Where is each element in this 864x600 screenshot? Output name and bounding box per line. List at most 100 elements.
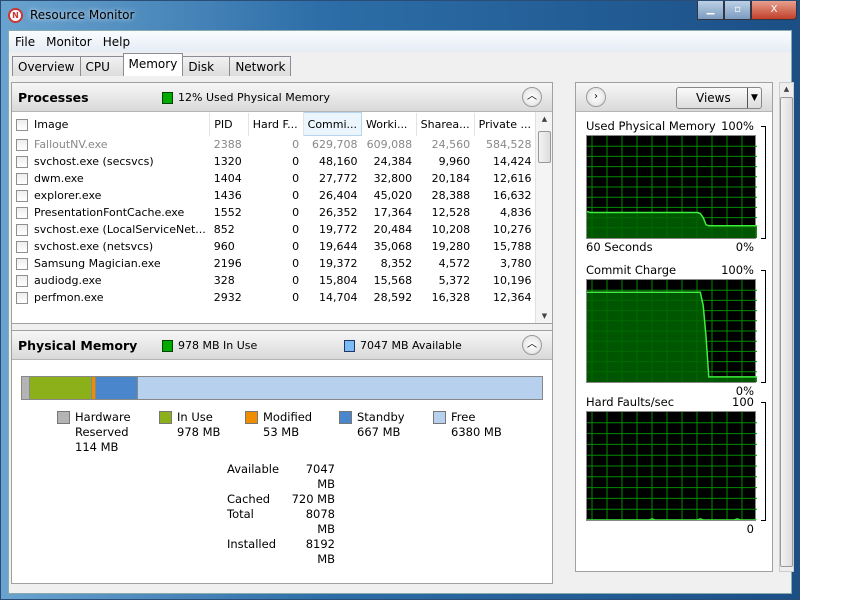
minimize-button[interactable]: ▁ (697, 1, 724, 20)
column-header[interactable]: Private ... (474, 112, 537, 136)
row-checkbox[interactable] (16, 189, 28, 202)
table-row[interactable]: FalloutNV.exe 2388 0 629,708 609,088 24,560 58… (12, 136, 536, 153)
cell-value: 19,280 (431, 239, 471, 253)
collapse-processes-button[interactable]: ︿ (522, 87, 542, 107)
table-row[interactable]: svchost.exe (netsvcs) 960 0 19,644 35,068 19,… (12, 238, 536, 255)
blue-indicator-icon (344, 339, 355, 352)
legend-label: Free (451, 410, 476, 424)
graph-min-label: 0% (735, 240, 754, 254)
tab-cpu[interactable]: CPU (79, 56, 124, 76)
processes-scrollbar[interactable]: ▲ ▼ (535, 112, 552, 323)
processes-header[interactable]: Processes 12% Used Physical Memory ︿ (12, 83, 552, 112)
graph-0: Used Physical Memory 100% 0% 60 Seconds (586, 119, 766, 261)
cell-value: 5,372 (438, 273, 471, 287)
close-button[interactable]: X (751, 1, 797, 20)
menu-monitor[interactable]: Monitor (46, 35, 92, 49)
cell-value: 20,484 (373, 222, 413, 236)
cell-value: 0 (292, 273, 300, 287)
column-header[interactable]: Sharea... (416, 112, 475, 136)
stat-label: Total (227, 507, 254, 521)
column-header[interactable]: Image (12, 112, 211, 136)
cell-value: FalloutNV.exe (34, 137, 108, 151)
table-row[interactable]: Samsung Magician.exe 2196 0 19,372 8,352 4,57… (12, 255, 536, 272)
legend-label: In Use (177, 410, 213, 424)
stat-row: Total 8078 MB (227, 507, 335, 537)
row-checkbox[interactable] (16, 138, 28, 151)
row-checkbox[interactable] (16, 291, 28, 304)
row-checkbox[interactable] (16, 240, 28, 253)
graph-title: Used Physical Memory (586, 119, 716, 133)
cell-value: 48,160 (319, 154, 358, 168)
tab-disk[interactable]: Disk (182, 56, 231, 76)
graph-title: Commit Charge (586, 263, 677, 277)
select-all-checkbox[interactable] (16, 118, 28, 131)
column-header[interactable]: Hard F... (248, 112, 304, 136)
right-pane: › Views ▼ Used Physical Memory 100% 0% 60 … (575, 82, 773, 572)
cell-value: 0 (292, 290, 300, 304)
maximize-button[interactable]: ▫ (724, 1, 751, 20)
row-checkbox[interactable] (16, 274, 28, 287)
menu-bar: File Monitor Help (9, 31, 791, 52)
cell-value: 629,708 (312, 137, 358, 151)
scroll-down-icon[interactable]: ▼ (536, 312, 552, 320)
cell-value: 19,372 (319, 256, 358, 270)
menu-help[interactable]: Help (103, 35, 130, 49)
client-area: File Monitor Help Overview CPU Memory Di… (8, 30, 794, 594)
cell-value: 1552 (213, 205, 242, 219)
views-dropdown[interactable]: Views ▼ (676, 87, 762, 109)
legend-swatch (159, 411, 172, 424)
cell-value: 4,572 (438, 256, 471, 270)
cell-value: 0 (292, 137, 300, 151)
collapse-physical-memory-button[interactable]: ︿ (522, 335, 542, 355)
cell-value: 328 (213, 273, 235, 287)
resource-monitor-window: N Resource Monitor ▁ ▫ X File Monitor He… (0, 0, 800, 600)
table-row[interactable]: explorer.exe 1436 0 26,404 45,020 28,388 16,63… (12, 187, 536, 204)
right-pane-scrollbar[interactable]: ▲ (779, 82, 794, 572)
table-row[interactable]: svchost.exe (LocalServiceNet... 852 0 19,77… (12, 221, 536, 238)
column-label: Image (34, 117, 69, 131)
cell-value: 8,352 (380, 256, 413, 270)
table-row[interactable]: perfmon.exe 2932 0 14,704 28,592 16,328 12,364 (12, 289, 536, 306)
cell-value: 4,836 (500, 205, 532, 219)
used-memory-indicator: 12% Used Physical Memory (162, 91, 330, 104)
green-indicator-icon (162, 91, 173, 104)
available-text: 7047 MB Available (360, 339, 462, 352)
table-row[interactable]: dwm.exe 1404 0 27,772 32,800 20,184 12,616 (12, 170, 536, 187)
scroll-thumb[interactable] (780, 97, 793, 567)
column-header[interactable]: Commi... (302, 112, 363, 136)
cell-value: 16,328 (431, 290, 471, 304)
cell-value: 2196 (213, 256, 242, 270)
row-checkbox[interactable] (16, 223, 28, 236)
legend-swatch (245, 411, 258, 424)
expand-right-button[interactable]: › (586, 87, 606, 107)
column-header[interactable]: PID (209, 112, 249, 136)
tab-overview[interactable]: Overview (12, 56, 81, 76)
row-checkbox[interactable] (16, 155, 28, 168)
cell-value: 20,184 (431, 171, 471, 185)
tab-network[interactable]: Network (229, 56, 292, 76)
row-checkbox[interactable] (16, 206, 28, 219)
table-row[interactable]: PresentationFontCache.exe 1552 0 26,352 17,3… (12, 204, 536, 221)
row-checkbox[interactable] (16, 172, 28, 185)
stat-value: 7047 MB (305, 462, 335, 491)
cell-value: 2388 (213, 137, 242, 151)
legend-item: In Use 978 MB (159, 410, 220, 440)
physical-memory-header[interactable]: Physical Memory 978 MB In Use 7047 MB Av… (12, 331, 552, 360)
stat-label: Cached (227, 492, 271, 506)
window-title: Resource Monitor (30, 8, 135, 22)
tab-memory[interactable]: Memory (122, 53, 184, 76)
cell-value: 24,384 (373, 154, 413, 168)
column-label: Hard F... (252, 117, 298, 131)
row-checkbox[interactable] (16, 257, 28, 270)
cell-value: 15,804 (319, 273, 358, 287)
legend-value: 53 MB (263, 425, 300, 439)
cell-value: 0 (292, 154, 300, 168)
menu-file[interactable]: File (15, 35, 35, 49)
table-row[interactable]: svchost.exe (secsvcs) 1320 0 48,160 24,384 9,… (12, 153, 536, 170)
scroll-thumb[interactable] (538, 131, 551, 163)
table-row[interactable]: audiodg.exe 328 0 15,804 15,568 5,372 10,196 (12, 272, 536, 289)
scroll-up-icon[interactable]: ▲ (780, 85, 793, 93)
column-header[interactable]: Worki... (361, 112, 417, 136)
scroll-up-icon[interactable]: ▲ (536, 115, 552, 123)
column-label: Sharea... (420, 117, 470, 131)
